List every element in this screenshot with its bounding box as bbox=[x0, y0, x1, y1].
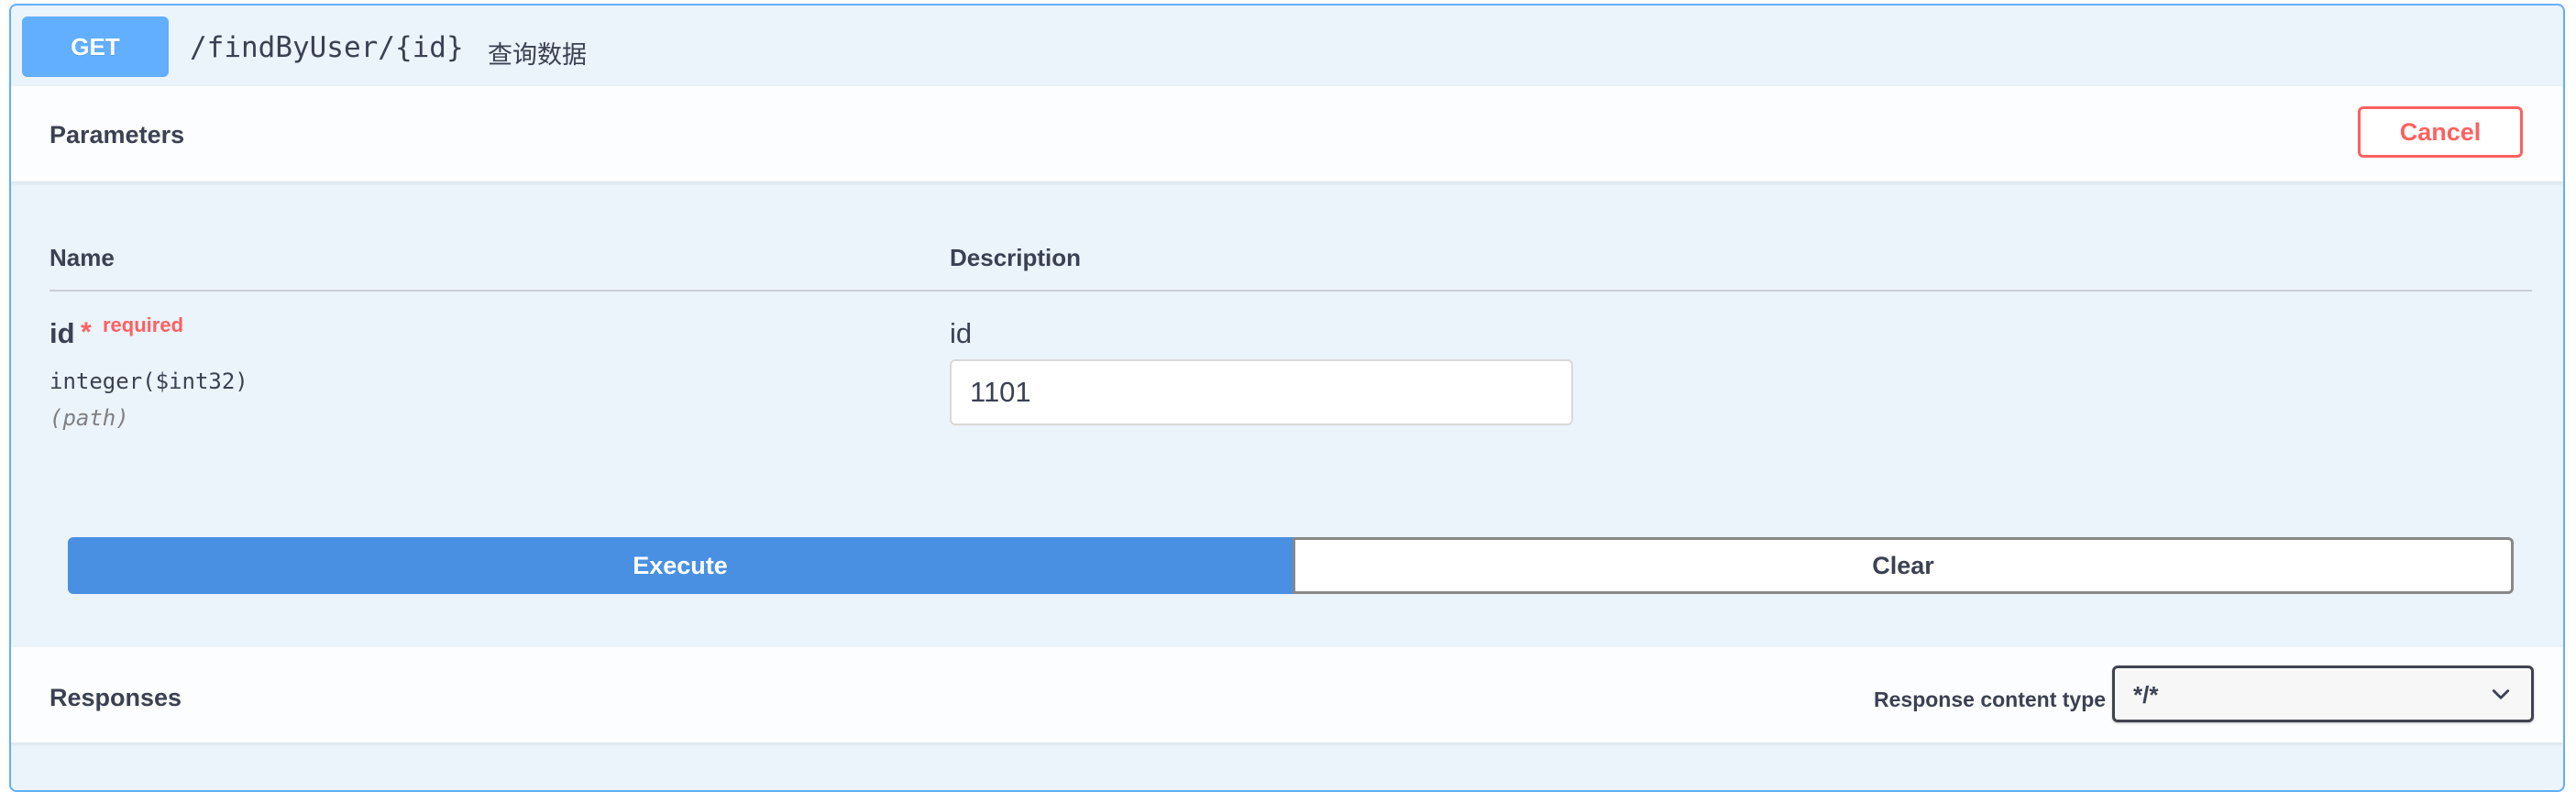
parameter-description: id bbox=[950, 317, 973, 349]
operation-block-get: GET /findByUser/{id} 查询数据 Parameters Can… bbox=[9, 4, 2565, 792]
operation-summary[interactable]: GET /findByUser/{id} 查询数据 bbox=[11, 6, 2563, 86]
execute-button[interactable]: Execute bbox=[68, 537, 1293, 594]
response-content-type-select[interactable]: */* bbox=[2112, 666, 2534, 722]
parameter-type: integer($int32) bbox=[50, 368, 248, 394]
column-header-description: Description bbox=[950, 244, 1082, 271]
response-content-type-label: Response content type bbox=[1874, 688, 2107, 711]
parameters-title: Parameters bbox=[50, 121, 185, 148]
operation-path: /findByUser/{id} bbox=[190, 31, 464, 64]
parameters-table-header: Name Description bbox=[50, 235, 2532, 292]
required-label: required bbox=[103, 314, 184, 336]
chevron-down-icon bbox=[2492, 689, 2510, 699]
parameters-header: Parameters Cancel bbox=[11, 86, 2563, 182]
responses-title: Responses bbox=[50, 684, 182, 711]
response-content-type-value: */* bbox=[2133, 681, 2159, 709]
method-badge: GET bbox=[22, 16, 169, 77]
parameter-location: (path) bbox=[50, 405, 129, 431]
column-header-name: Name bbox=[50, 244, 115, 271]
clear-button[interactable]: Clear bbox=[1293, 537, 2514, 594]
parameter-value-input[interactable] bbox=[950, 359, 1573, 425]
cancel-button[interactable]: Cancel bbox=[2358, 106, 2523, 158]
operation-summary-text: 查询数据 bbox=[488, 41, 587, 69]
responses-header: Responses Response content type */* bbox=[11, 647, 2563, 742]
parameter-name: id bbox=[50, 317, 75, 349]
execute-button-group: Execute Clear bbox=[68, 537, 2514, 594]
required-mark: * bbox=[81, 317, 92, 347]
